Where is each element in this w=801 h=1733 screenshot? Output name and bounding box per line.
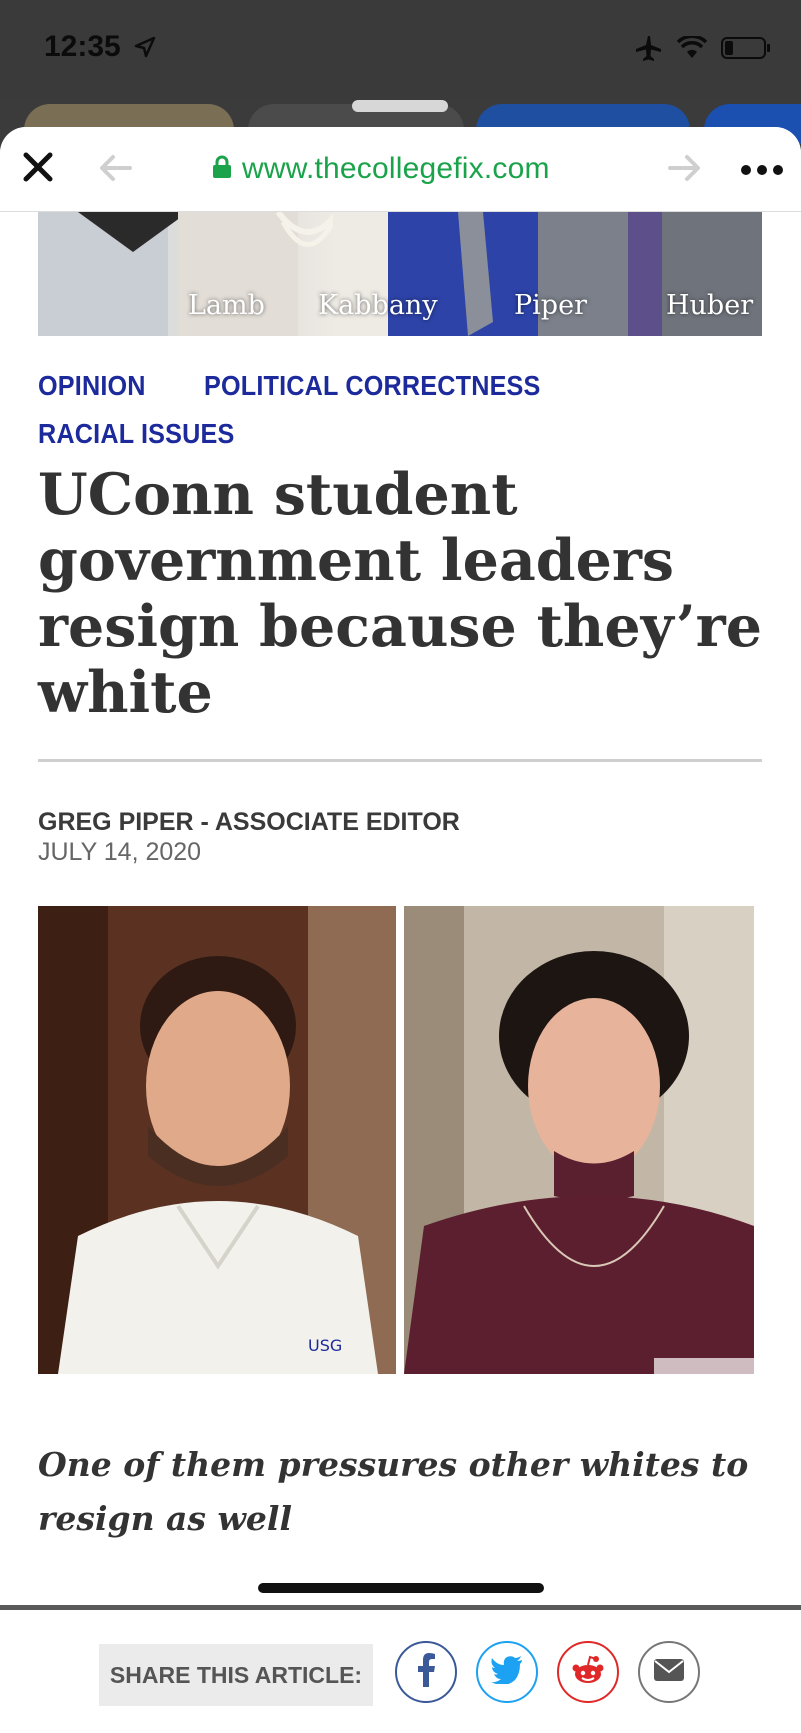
hero-label: Huber: [666, 290, 754, 321]
article-subhead: One of them pressures other whites to re…: [38, 1445, 749, 1538]
facebook-share-button[interactable]: [395, 1641, 457, 1703]
tag-opinion[interactable]: OPINION: [38, 362, 146, 410]
browser-toolbar: www.thecollegefix.com: [0, 127, 801, 212]
article-date: JULY 14, 2020: [38, 838, 202, 866]
facebook-icon: [416, 1652, 436, 1692]
battery-icon: [721, 36, 771, 65]
status-indicators: [633, 34, 771, 67]
share-bar: SHARE THIS ARTICLE:: [0, 1605, 801, 1733]
article-headline: UConn student government leaders resign …: [38, 461, 762, 726]
browser-sheet: www.thecollegefix.com Lamb Kabbany Piper…: [0, 127, 801, 1733]
lock-icon: [212, 155, 232, 184]
location-arrow-icon: [134, 36, 156, 63]
article-byline[interactable]: GREG PIPER - ASSOCIATE EDITOR: [38, 808, 460, 837]
tag-political-correctness[interactable]: POLITICAL CORRECTNESS: [204, 362, 541, 410]
article-tags: OPINION POLITICAL CORRECTNESS RACIAL ISS…: [38, 362, 768, 458]
twitter-icon: [491, 1655, 523, 1689]
airplane-mode-icon: [633, 34, 663, 67]
twitter-share-button[interactable]: [476, 1641, 538, 1703]
reddit-icon: [571, 1655, 605, 1690]
hero-image: Lamb Kabbany Piper Huber: [38, 212, 762, 336]
close-icon[interactable]: [20, 149, 56, 185]
status-time: 12:35: [44, 30, 121, 63]
article-content: Lamb Kabbany Piper Huber OPINION POLITIC…: [0, 212, 801, 1733]
url-text: www.thecollegefix.com: [242, 152, 550, 185]
article-photo-right: [404, 906, 754, 1374]
email-icon: [654, 1658, 684, 1686]
reddit-share-button[interactable]: [557, 1641, 619, 1703]
divider: [38, 759, 762, 762]
sheet-grabber[interactable]: [352, 100, 448, 112]
more-options-icon[interactable]: [740, 163, 784, 175]
share-label: SHARE THIS ARTICLE:: [99, 1644, 373, 1706]
url-display[interactable]: www.thecollegefix.com: [212, 149, 550, 189]
back-arrow-icon[interactable]: [98, 153, 132, 183]
status-bar: 12:35: [0, 0, 801, 100]
article-photo-left: USG: [38, 906, 396, 1374]
hero-label: Lamb: [188, 290, 265, 321]
usg-logo: USG: [308, 1336, 342, 1355]
home-indicator[interactable]: [258, 1583, 544, 1593]
wifi-icon: [676, 34, 708, 65]
hero-label: Kabbany: [318, 290, 438, 321]
email-share-button[interactable]: [638, 1641, 700, 1703]
forward-arrow-icon[interactable]: [668, 153, 702, 183]
tag-racial-issues[interactable]: RACIAL ISSUES: [38, 410, 235, 458]
hero-label: Piper: [514, 290, 587, 321]
